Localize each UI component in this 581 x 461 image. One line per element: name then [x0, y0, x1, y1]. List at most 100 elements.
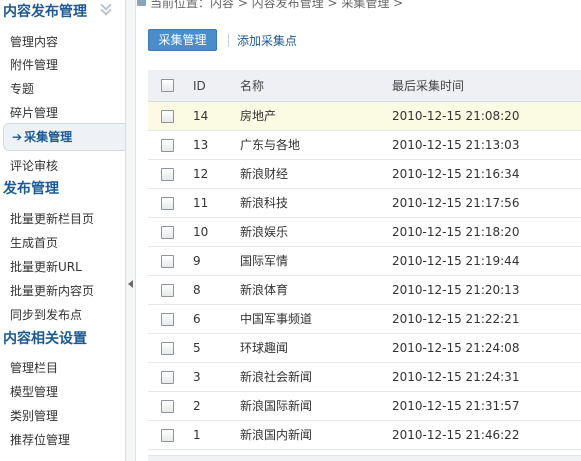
table-row[interactable]: 5 环球趣闻 2010-12-15 21:24:08	[148, 334, 581, 363]
main-content: 当前位置：内容 > 内容发布管理 > 采集管理 > 采集管理 添加采集点 ID …	[137, 0, 581, 461]
row-time: 2010-12-15 21:24:31	[392, 370, 520, 384]
table-row[interactable]: 13 广东与各地 2010-12-15 21:13:03	[148, 131, 581, 160]
table-row[interactable]: 11 新浪科技 2010-12-15 21:17:56	[148, 189, 581, 218]
home-icon	[137, 0, 146, 6]
tab-divider	[228, 34, 229, 47]
tab-add-collection-point[interactable]: 添加采集点	[237, 32, 297, 49]
sidebar-item-comment-review[interactable]: 评论审核	[10, 157, 58, 174]
row-id: 5	[193, 341, 201, 355]
table-row[interactable]: 8 新浪体育 2010-12-15 21:20:13	[148, 276, 581, 305]
row-checkbox[interactable]	[161, 429, 174, 442]
row-checkbox[interactable]	[161, 197, 174, 210]
tab-collection-manage[interactable]: 采集管理	[148, 29, 217, 51]
row-name: 新浪财经	[240, 167, 289, 181]
sidebar-item-batch-update-url[interactable]: 批量更新URL	[10, 258, 82, 275]
section-title-label: 内容相关设置	[3, 331, 87, 347]
row-time: 2010-12-15 21:31:57	[392, 399, 520, 413]
column-header-last-time[interactable]: 最后采集时间	[392, 70, 464, 102]
row-name: 广东与各地	[240, 138, 301, 152]
row-id: 9	[193, 254, 201, 268]
row-id: 6	[193, 312, 201, 326]
table-row[interactable]: 14 房地产 2010-12-15 21:08:20	[148, 102, 581, 131]
sidebar-item-sync-publish[interactable]: 同步到发布点	[10, 306, 82, 323]
sidebar-item-fragments[interactable]: 碎片管理	[10, 104, 58, 121]
row-time: 2010-12-15 21:08:20	[392, 109, 520, 123]
row-time: 2010-12-15 21:24:08	[392, 341, 520, 355]
row-checkbox[interactable]	[161, 284, 174, 297]
row-name: 新浪娱乐	[240, 225, 289, 239]
row-id: 3	[193, 370, 201, 384]
row-id: 2	[193, 399, 201, 413]
row-checkbox[interactable]	[161, 371, 174, 384]
table-row[interactable]: 9 国际军情 2010-12-15 21:19:44	[148, 247, 581, 276]
row-checkbox[interactable]	[161, 168, 174, 181]
table-row[interactable]: 10 新浪娱乐 2010-12-15 21:18:20	[148, 218, 581, 247]
sidebar-item-batch-update-content[interactable]: 批量更新内容页	[10, 282, 94, 299]
row-checkbox[interactable]	[161, 110, 174, 123]
breadcrumb: 当前位置：内容 > 内容发布管理 > 采集管理 >	[137, 0, 404, 10]
sidebar: 内容发布管理 管理内容 附件管理 专题 碎片管理 ➔ 采集管理 评论审核 发布管理…	[0, 0, 126, 461]
row-checkbox[interactable]	[161, 313, 174, 326]
table-footer	[148, 455, 581, 461]
table-header-row: ID 名称 最后采集时间	[148, 70, 581, 102]
row-time: 2010-12-15 21:46:22	[392, 428, 520, 442]
row-checkbox[interactable]	[161, 255, 174, 268]
row-time: 2010-12-15 21:13:03	[392, 138, 520, 152]
column-header-name[interactable]: 名称	[240, 70, 264, 102]
row-time: 2010-12-15 21:20:13	[392, 283, 520, 297]
row-time: 2010-12-15 21:19:44	[392, 254, 520, 268]
table-body: 14 房地产 2010-12-15 21:08:20 13 广东与各地 2010-12-1…	[148, 102, 581, 450]
row-checkbox[interactable]	[161, 400, 174, 413]
row-time: 2010-12-15 21:17:56	[392, 196, 520, 210]
sidebar-item-model-manage[interactable]: 模型管理	[10, 383, 58, 400]
arrow-right-icon: ➔	[12, 130, 23, 144]
sidebar-item-attachments[interactable]: 附件管理	[10, 56, 58, 73]
sidebar-item-batch-update-category[interactable]: 批量更新栏目页	[10, 210, 94, 227]
sidebar-item-label: 采集管理	[24, 130, 73, 144]
row-name: 新浪国内新闻	[240, 428, 313, 442]
table-row[interactable]: 6 中国军事频道 2010-12-15 21:22:21	[148, 305, 581, 334]
select-all-checkbox[interactable]	[161, 79, 174, 92]
row-time: 2010-12-15 21:22:21	[392, 312, 520, 326]
section-title-content-publish[interactable]: 内容发布管理	[3, 1, 87, 21]
row-id: 10	[193, 225, 209, 239]
collapse-chevron-icon[interactable]	[100, 5, 114, 15]
row-id: 12	[193, 167, 209, 181]
breadcrumb-text: 当前位置：内容 > 内容发布管理 > 采集管理 >	[150, 0, 404, 10]
sidebar-item-manage-category[interactable]: 管理栏目	[10, 359, 58, 376]
row-time: 2010-12-15 21:16:34	[392, 167, 520, 181]
row-id: 8	[193, 283, 201, 297]
row-name: 新浪国际新闻	[240, 399, 313, 413]
table-row[interactable]: 1 新浪国内新闻 2010-12-15 21:46:22	[148, 421, 581, 450]
row-name: 国际军情	[240, 254, 289, 268]
sidebar-item-collection-active[interactable]: ➔ 采集管理	[3, 123, 125, 151]
row-id: 13	[193, 138, 209, 152]
row-name: 新浪社会新闻	[240, 370, 313, 384]
row-checkbox[interactable]	[161, 342, 174, 355]
row-name: 环球趣闻	[240, 341, 289, 355]
row-id: 14	[193, 109, 209, 123]
sidebar-collapse-handle[interactable]	[126, 0, 136, 461]
section-title-publish[interactable]: 发布管理	[3, 178, 59, 198]
section-title-content-settings[interactable]: 内容相关设置	[3, 328, 87, 348]
table-row[interactable]: 2 新浪国际新闻 2010-12-15 21:31:57	[148, 392, 581, 421]
table-row[interactable]: 3 新浪社会新闻 2010-12-15 21:24:31	[148, 363, 581, 392]
collection-table: ID 名称 最后采集时间 14 房地产 2010-12-15 21:08:20 13 广…	[148, 70, 581, 450]
section-title-label: 内容发布管理	[3, 4, 87, 20]
row-name: 房地产	[240, 109, 277, 123]
sidebar-item-position-manage[interactable]: 推荐位管理	[10, 431, 70, 448]
sidebar-item-type-manage[interactable]: 类别管理	[10, 407, 58, 424]
section-title-label: 发布管理	[3, 181, 59, 197]
row-id: 1	[193, 428, 201, 442]
row-checkbox[interactable]	[161, 139, 174, 152]
table-row[interactable]: 12 新浪财经 2010-12-15 21:16:34	[148, 160, 581, 189]
column-header-id[interactable]: ID	[193, 70, 206, 102]
row-time: 2010-12-15 21:18:20	[392, 225, 520, 239]
row-name: 新浪体育	[240, 283, 289, 297]
sidebar-item-topics[interactable]: 专题	[10, 80, 34, 97]
row-checkbox[interactable]	[161, 226, 174, 239]
row-id: 11	[193, 196, 209, 210]
collapse-left-arrow-icon[interactable]	[128, 280, 133, 288]
sidebar-item-generate-home[interactable]: 生成首页	[10, 234, 58, 251]
sidebar-item-manage-content[interactable]: 管理内容	[10, 33, 58, 50]
